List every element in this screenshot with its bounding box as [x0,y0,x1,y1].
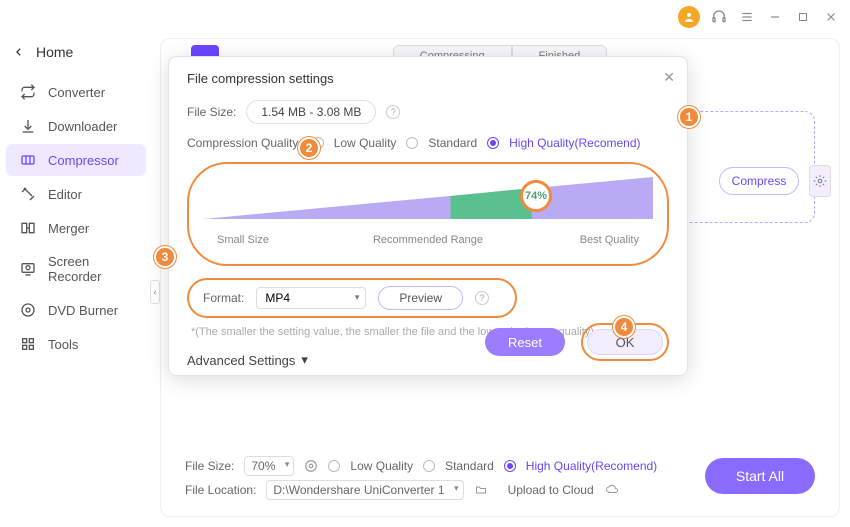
preview-button[interactable]: Preview [378,286,463,310]
sidebar-item-label: Compressor [48,153,119,168]
sidebar: Home Converter Downloader Compressor Editor… [0,34,152,527]
avatar-icon[interactable] [678,6,700,28]
cloud-icon[interactable] [604,484,620,496]
sidebar-item-editor[interactable]: Editor [6,178,146,210]
step-badge-1: 1 [678,106,700,128]
dvd-burner-icon [20,302,36,318]
sidebar-item-tools[interactable]: Tools [6,328,146,360]
radio-high-label: High Quality(Recomend) [526,459,657,473]
merger-icon [20,220,36,236]
menu-icon[interactable] [738,8,756,26]
file-size-select[interactable]: 70% [244,456,294,476]
compress-button[interactable]: Compress [719,167,799,195]
chevron-left-icon [14,47,24,57]
advanced-label: Advanced Settings [187,353,295,368]
close-icon[interactable]: ✕ [663,69,675,86]
sidebar-item-label: DVD Burner [48,303,118,318]
file-size-input[interactable]: 1.54 MB - 3.08 MB [246,100,376,124]
step-badge-4: 4 [613,316,635,338]
help-icon[interactable]: ? [386,105,400,119]
quality-slider[interactable]: 74% [203,174,653,232]
sidebar-item-dvd-burner[interactable]: DVD Burner [6,294,146,326]
location-select[interactable]: D:\Wondershare UniConverter 1 [266,480,463,500]
sidebar-item-compressor[interactable]: Compressor [6,144,146,176]
sidebar-item-label: Merger [48,221,89,236]
modal-radio-standard[interactable] [406,137,418,149]
modal-file-size-label: File Size: [187,105,236,119]
minimize-icon[interactable] [766,8,784,26]
slider-label-mid: Recommended Range [373,234,483,246]
location-label: File Location: [185,483,256,497]
quality-label: Compression Quality: [187,136,302,150]
bottom-bar: File Size: 70% Low Quality Standard High… [185,454,815,508]
help-icon[interactable]: ? [475,291,489,305]
sidebar-item-downloader[interactable]: Downloader [6,110,146,142]
sidebar-item-label: Downloader [48,119,117,134]
titlebar [0,0,850,34]
modal-radio-low-label: Low Quality [334,136,397,150]
step-badge-3: 3 [154,246,176,268]
maximize-icon[interactable] [794,8,812,26]
upload-label: Upload to Cloud [508,483,594,497]
slider-label-small: Small Size [217,234,269,246]
back-home[interactable]: Home [0,40,152,74]
format-row: Format: MP4 Preview ? [187,278,517,318]
sidebar-item-label: Editor [48,187,82,202]
modal-radio-high[interactable] [487,137,499,149]
chevron-down-icon: ▾ [301,352,308,368]
folder-icon[interactable] [474,484,488,496]
modal-title: File compression settings [187,71,669,86]
back-label: Home [36,44,73,60]
sidebar-item-label: Tools [48,337,78,352]
tools-icon [20,336,36,352]
radio-high[interactable] [504,460,516,472]
slider-label-best: Best Quality [580,234,639,246]
file-size-label: File Size: [185,459,234,473]
download-icon [20,118,36,134]
quality-slider-container: 74% Small Size Recommended Range Best Qu… [187,162,669,266]
compressor-icon [20,152,36,168]
start-all-button[interactable]: Start All [705,458,815,494]
collapse-sidebar-icon[interactable]: ‹ [150,280,160,304]
modal-radio-standard-label: Standard [428,136,477,150]
compression-settings-modal: ✕ File compression settings File Size: 1… [168,56,688,376]
modal-radio-high-label: High Quality(Recomend) [509,136,640,150]
slider-value: 74% [525,190,547,202]
close-icon[interactable] [822,8,840,26]
sidebar-item-merger[interactable]: Merger [6,212,146,244]
settings-toggle-icon[interactable] [809,165,831,197]
sidebar-item-label: Converter [48,85,105,100]
radio-low-label: Low Quality [350,459,413,473]
format-label: Format: [203,291,244,305]
format-select[interactable]: MP4 [256,287,366,309]
converter-icon [20,84,36,100]
radio-standard-label: Standard [445,459,494,473]
editor-icon [20,186,36,202]
sidebar-item-screen-recorder[interactable]: Screen Recorder [6,246,146,292]
reset-button[interactable]: Reset [485,328,565,356]
sidebar-item-label: Screen Recorder [48,254,132,284]
step-badge-2: 2 [298,137,320,159]
radio-low[interactable] [328,460,340,472]
slider-handle[interactable]: 74% [520,180,552,212]
settings-icon[interactable] [304,459,318,473]
sidebar-item-converter[interactable]: Converter [6,76,146,108]
screen-recorder-icon [20,261,36,277]
radio-standard[interactable] [423,460,435,472]
headset-icon[interactable] [710,8,728,26]
